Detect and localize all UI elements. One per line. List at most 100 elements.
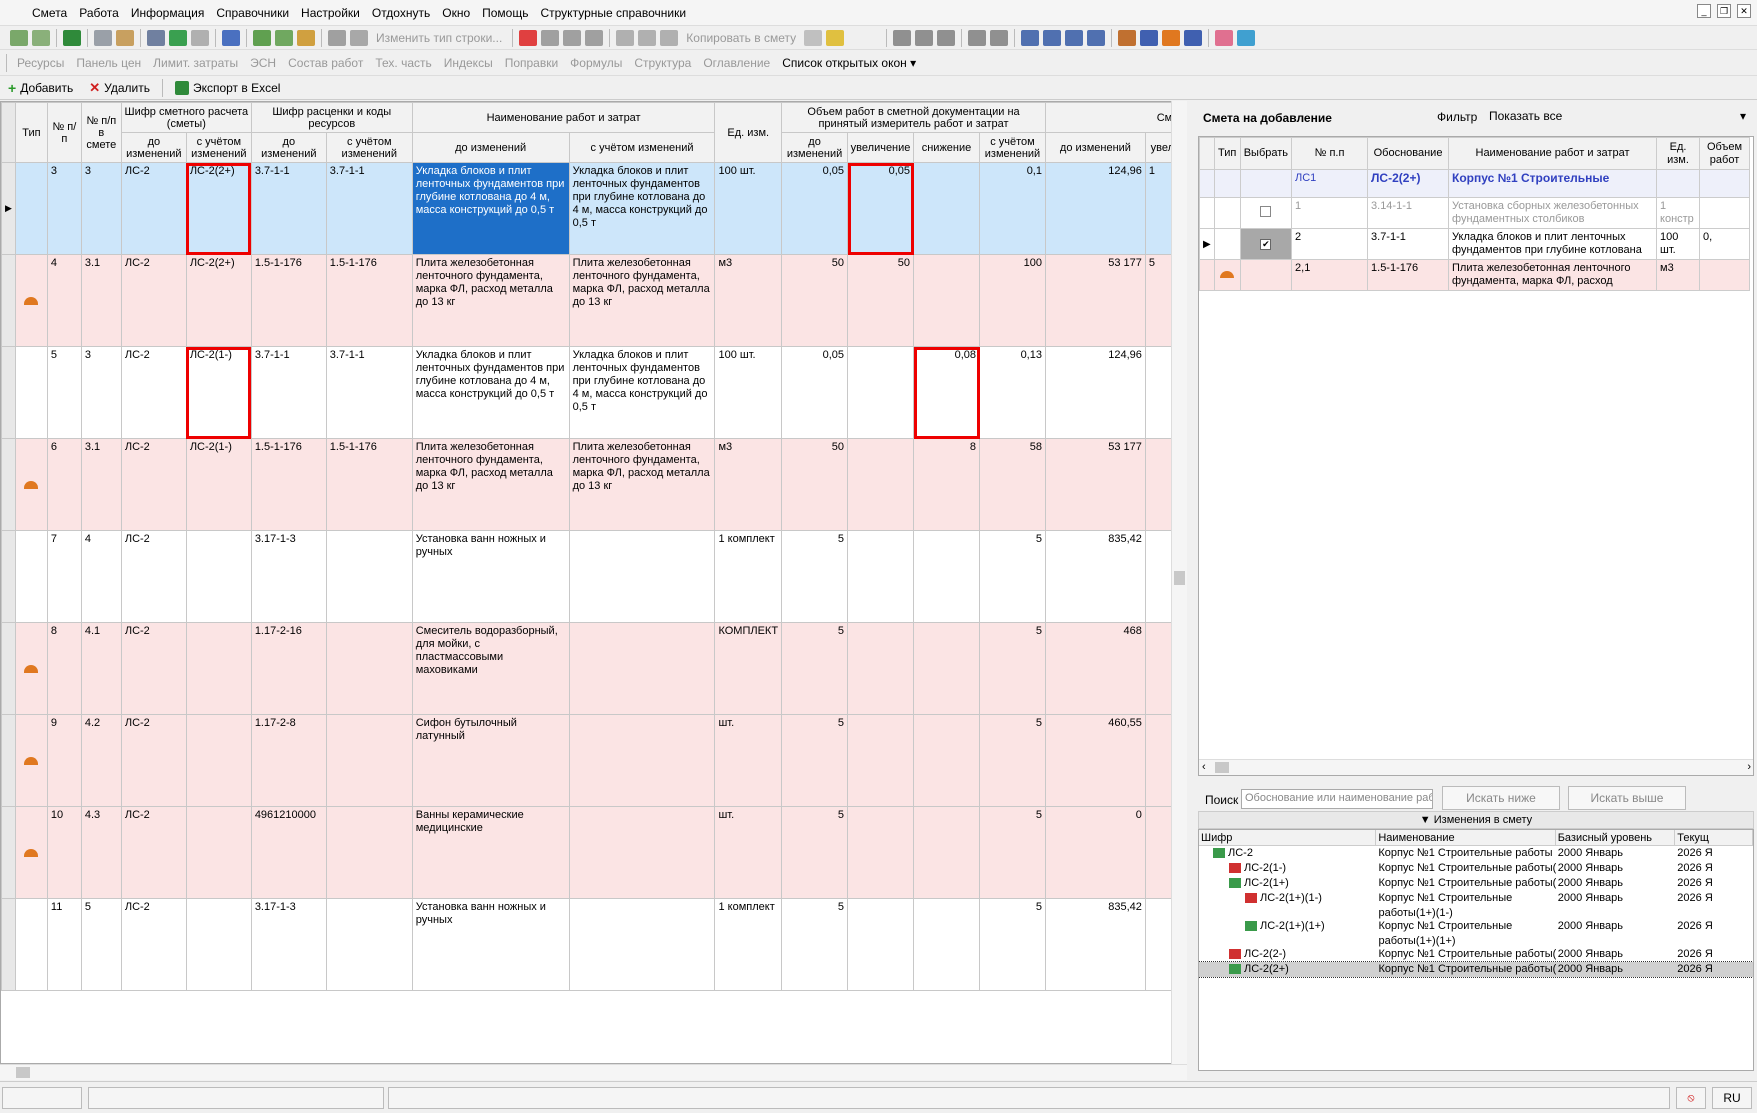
- vol-increase-cell[interactable]: [847, 714, 915, 807]
- col-name-after[interactable]: с учётом изменений: [568, 132, 716, 163]
- copy2-icon[interactable]: [638, 29, 657, 46]
- col-name-before[interactable]: до изменений: [411, 132, 570, 163]
- rate-before-cell[interactable]: 1.17-2-16: [250, 622, 327, 715]
- calc-icon[interactable]: [94, 29, 112, 46]
- table-row[interactable]: 10 4.3 ЛС-2 4961210000 Ванны керамические ме…: [1, 806, 1186, 899]
- col-cost[interactable]: Смет: [1044, 102, 1186, 133]
- find-above-button[interactable]: Искать выше: [1568, 786, 1686, 810]
- col-cipher[interactable]: Шифр сметного расчета (сметы): [120, 102, 252, 133]
- r-hscroll-thumb[interactable]: [1215, 762, 1229, 773]
- cost-before-cell[interactable]: 460,55: [1044, 714, 1146, 807]
- name-after-cell[interactable]: Плита железобетонная ленточного фундамен…: [568, 254, 716, 347]
- menu-spravochniki[interactable]: Справочники: [210, 0, 295, 26]
- tab-indexes[interactable]: Индексы: [438, 56, 499, 70]
- vol-increase-cell[interactable]: [847, 898, 915, 991]
- rate-after-cell[interactable]: 1.5-1-176: [325, 254, 413, 347]
- tab-resources[interactable]: Ресурсы: [11, 56, 70, 70]
- r-col-type[interactable]: Тип: [1213, 137, 1241, 170]
- building-icon[interactable]: [1162, 29, 1181, 46]
- cipher-before-cell[interactable]: ЛС-2: [120, 714, 187, 807]
- unit-cell[interactable]: 1 комплект: [714, 898, 783, 991]
- r-col-unit[interactable]: Ед. изм.: [1656, 137, 1701, 170]
- pn-estimate-cell[interactable]: 4.2: [80, 714, 122, 807]
- book-icon[interactable]: [893, 29, 912, 46]
- undo-icon[interactable]: [191, 29, 209, 46]
- open-windows-dropdown[interactable]: Список открытых окон ▾: [776, 56, 922, 70]
- rate-before-cell[interactable]: 1.5-1-176: [250, 254, 327, 347]
- insert-row-icon[interactable]: [32, 29, 50, 46]
- col-vol-after[interactable]: с учётом изменений: [979, 132, 1046, 163]
- unit-cell[interactable]: 1 комплект: [714, 530, 783, 623]
- col-cipher-after[interactable]: с учётом изменений: [185, 132, 252, 163]
- cipher-after-cell[interactable]: ЛС-2(1-): [185, 346, 252, 439]
- changes-tree[interactable]: Шифр Наименование Базисный уровень Текущ…: [1198, 829, 1754, 1071]
- name-after-cell[interactable]: [568, 898, 716, 991]
- col-pn-estimate[interactable]: № п/п в смете: [80, 102, 122, 163]
- pn-cell[interactable]: 10: [46, 806, 82, 899]
- move-icon[interactable]: [585, 29, 604, 46]
- cipher-before-cell[interactable]: ЛС-2: [120, 438, 187, 531]
- tree-item[interactable]: ЛС-2(2+) Корпус №1 Строительные работы(2+…: [1199, 961, 1753, 978]
- r-hscroll[interactable]: ‹ ›: [1199, 759, 1753, 775]
- cipher-before-cell[interactable]: ЛС-2: [120, 898, 187, 991]
- pn-estimate-cell[interactable]: 3: [80, 162, 122, 255]
- add-section-icon[interactable]: [253, 29, 271, 46]
- name-after-cell[interactable]: Укладка блоков и плит ленточных фундамен…: [568, 346, 716, 439]
- r-col-pn[interactable]: № п.п: [1291, 137, 1369, 170]
- add-subsection-icon[interactable]: [275, 29, 293, 46]
- copy-to-estimate-button[interactable]: Копировать в смету: [680, 31, 802, 45]
- cipher-after-cell[interactable]: ЛС-2(2+): [185, 254, 252, 347]
- pn-cell[interactable]: 11: [46, 898, 82, 991]
- book-pr-icon[interactable]: [937, 29, 956, 46]
- delete-button[interactable]: ✕ Удалить: [81, 80, 158, 96]
- col-type[interactable]: Тип: [14, 102, 48, 163]
- name-before-cell[interactable]: Укладка блоков и плит ленточных фундамен…: [411, 346, 570, 439]
- tree-col-name[interactable]: Наименование: [1376, 830, 1556, 845]
- vol-increase-cell[interactable]: 0,05: [847, 162, 915, 255]
- rate-after-cell[interactable]: 1.5-1-176: [325, 438, 413, 531]
- rate-after-cell[interactable]: [325, 622, 413, 715]
- unit-cell[interactable]: 100 шт.: [714, 346, 783, 439]
- tab-price-panel[interactable]: Панель цен: [70, 56, 147, 70]
- book-p-icon[interactable]: [915, 29, 934, 46]
- pn-estimate-cell[interactable]: 3.1: [80, 254, 122, 347]
- col-rate-before[interactable]: до изменений: [250, 132, 327, 163]
- vol-after-cell[interactable]: 5: [979, 622, 1046, 715]
- col-vol-decrease[interactable]: снижение: [913, 132, 980, 163]
- pn-cell[interactable]: 6: [46, 438, 82, 531]
- cipher-after-cell[interactable]: ЛС-2(1-): [185, 438, 252, 531]
- menu-info[interactable]: Информация: [125, 0, 210, 26]
- pn-estimate-cell[interactable]: 3: [80, 346, 122, 439]
- pn-cell[interactable]: 3: [46, 162, 82, 255]
- name-before-cell[interactable]: Сифон бутылочный латунный: [411, 714, 570, 807]
- copy-icon[interactable]: [541, 29, 560, 46]
- rate-before-cell[interactable]: 1.17-2-8: [250, 714, 327, 807]
- tree-icon[interactable]: [968, 29, 987, 46]
- indent-icon[interactable]: [1021, 29, 1040, 46]
- vol-after-cell[interactable]: 0,13: [979, 346, 1046, 439]
- cipher-after-cell[interactable]: [185, 898, 252, 991]
- pn-cell[interactable]: 5: [46, 346, 82, 439]
- vol-decrease-cell[interactable]: [913, 530, 980, 623]
- col-name[interactable]: Наименование работ и затрат: [411, 102, 716, 133]
- cipher-after-cell[interactable]: ЛС-2(2+): [185, 162, 252, 255]
- unit-cell[interactable]: 100 шт.: [714, 162, 783, 255]
- vol-before-cell[interactable]: 5: [781, 898, 849, 991]
- expand-icon[interactable]: [1213, 848, 1225, 859]
- cost-before-cell[interactable]: 468: [1044, 622, 1146, 715]
- vol-after-cell[interactable]: 5: [979, 898, 1046, 991]
- folder-icon[interactable]: [826, 29, 845, 46]
- checked-icon[interactable]: ✔: [1260, 238, 1272, 250]
- estimate-icon[interactable]: [1229, 863, 1241, 874]
- tree-col-current[interactable]: Текущ: [1675, 830, 1753, 845]
- rate-before-cell[interactable]: 4961210000: [250, 806, 327, 899]
- table-row[interactable]: ЛС1 ЛС-2(2+) Корпус №1 Строительные: [1199, 169, 1751, 198]
- name-after-cell[interactable]: [568, 622, 716, 715]
- outdent-icon[interactable]: [1043, 29, 1062, 46]
- col-cipher-before[interactable]: до изменений: [120, 132, 187, 163]
- restore-icon[interactable]: ❐: [1717, 4, 1731, 18]
- col-unit[interactable]: Ед. изм.: [714, 102, 783, 163]
- rate-after-cell[interactable]: [325, 898, 413, 991]
- vol-before-cell[interactable]: 5: [781, 714, 849, 807]
- estimate-icon[interactable]: [1245, 921, 1257, 932]
